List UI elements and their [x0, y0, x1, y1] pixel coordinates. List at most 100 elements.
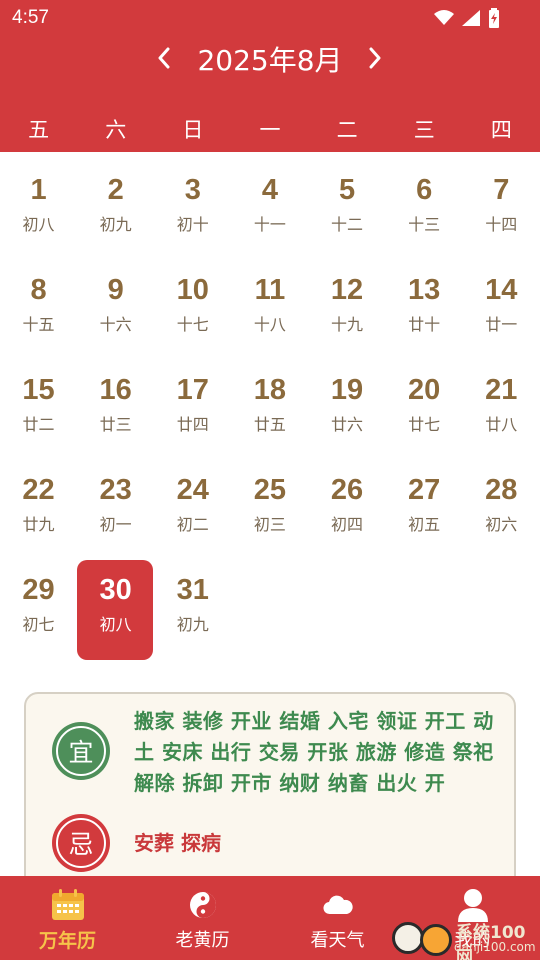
day-number: 9 — [107, 274, 124, 306]
calendar-day[interactable]: 4 十一 — [231, 160, 308, 260]
lunar-date: 十三 — [408, 215, 441, 234]
lunar-date: 初九 — [176, 615, 209, 634]
day-number: 21 — [485, 374, 518, 406]
status-icons — [434, 8, 500, 28]
calendar-day-selected[interactable]: 30 初八 — [77, 560, 154, 660]
status-time: 4:57 — [12, 7, 49, 28]
calendar-day[interactable]: 29 初七 — [0, 560, 77, 660]
day-number: 23 — [99, 474, 132, 506]
day-number: 12 — [330, 274, 364, 306]
lunar-date: 十二 — [331, 215, 364, 234]
calendar-day[interactable]: 13 廿十 — [386, 260, 463, 360]
yin-yang-icon — [186, 888, 220, 922]
lunar-date: 初六 — [485, 515, 518, 534]
calendar-day[interactable]: 14 廿一 — [463, 260, 540, 360]
lunar-date: 十一 — [253, 215, 286, 234]
lunar-date: 廿八 — [485, 415, 518, 434]
next-month-button[interactable] — [359, 42, 391, 74]
battery-icon — [489, 8, 499, 28]
calendar-day[interactable]: 11 十八 — [231, 260, 308, 360]
lunar-date: 廿一 — [485, 315, 518, 334]
day-number: 2 — [107, 174, 124, 206]
lunar-date: 廿二 — [22, 415, 55, 434]
tab-label: 看天气 — [310, 930, 365, 951]
calendar-day[interactable]: 16 廿三 — [77, 360, 154, 460]
day-number: 30 — [99, 574, 132, 606]
calendar-day[interactable]: 21 廿八 — [463, 360, 540, 460]
day-number: 24 — [176, 474, 209, 506]
weekday-label: 一 — [259, 118, 281, 142]
day-number: 27 — [408, 474, 441, 506]
calendar-day[interactable]: 26 初四 — [309, 460, 386, 560]
weekday-label: 六 — [105, 118, 127, 142]
lunar-date: 初十 — [176, 215, 209, 234]
calendar-day[interactable]: 8 十五 — [0, 260, 77, 360]
tab-old-almanac[interactable]: 老黄历 — [135, 876, 270, 960]
calendar-day[interactable]: 20 廿七 — [386, 360, 463, 460]
day-number: 26 — [330, 474, 364, 506]
day-number: 17 — [176, 374, 209, 406]
lunar-date: 十六 — [99, 315, 132, 334]
day-number: 10 — [176, 274, 209, 306]
chevron-right-icon — [369, 47, 381, 69]
day-number: 11 — [254, 274, 286, 306]
calendar-day[interactable]: 2 初九 — [77, 160, 154, 260]
calendar-day[interactable]: 17 廿四 — [154, 360, 231, 460]
calendar-day[interactable]: 18 廿五 — [231, 360, 308, 460]
header: 4:57 2025年8月 五 六 日 一 二 三 四 — [0, 0, 540, 152]
day-number: 3 — [184, 174, 201, 206]
calendar-day[interactable]: 1 初八 — [0, 160, 77, 260]
calendar-day[interactable]: 24 初二 — [154, 460, 231, 560]
day-number: 29 — [22, 574, 55, 606]
calendar-week: 15 廿二 16 廿三 17 廿四 18 廿五 19 廿六 20 廿七 21 廿八 — [0, 360, 540, 460]
weekday-label: 日 — [182, 118, 204, 142]
calendar-day[interactable]: 5 十二 — [309, 160, 386, 260]
day-number: 20 — [408, 374, 441, 406]
day-number: 1 — [30, 174, 47, 206]
day-number: 22 — [22, 474, 55, 506]
lunar-date: 初八 — [99, 615, 132, 634]
almanac-card[interactable]: 宜 搬家 装修 开业 结婚 入宅 领证 开工 动土 安床 出行 交易 开张 旅游… — [24, 692, 516, 892]
calendar-day[interactable]: 9 十六 — [77, 260, 154, 360]
lunar-date: 初九 — [99, 215, 132, 234]
weekday-label: 五 — [28, 118, 50, 142]
weekday-label: 三 — [413, 118, 435, 142]
calendar-day[interactable]: 22 廿九 — [0, 460, 77, 560]
lunar-date: 初五 — [408, 515, 441, 534]
calendar-day[interactable]: 19 廿六 — [309, 360, 386, 460]
calendar-day[interactable]: 15 廿二 — [0, 360, 77, 460]
calendar-day[interactable]: 25 初三 — [231, 460, 308, 560]
calendar-day[interactable]: 31 初九 — [154, 560, 231, 660]
lunar-date: 廿六 — [331, 415, 364, 434]
day-number: 16 — [99, 374, 132, 406]
yi-activities: 搬家 装修 开业 结婚 入宅 领证 开工 动土 安床 出行 交易 开张 旅游 修… — [134, 709, 494, 795]
calendar-day[interactable]: 27 初五 — [386, 460, 463, 560]
calendar-day[interactable]: 6 十三 — [386, 160, 463, 260]
cloud-icon — [321, 888, 355, 922]
calendar-day[interactable]: 28 初六 — [463, 460, 540, 560]
ji-label: 忌 — [56, 818, 106, 868]
calendar-day[interactable]: 12 十九 — [309, 260, 386, 360]
day-number: 5 — [338, 174, 356, 206]
lunar-date: 廿十 — [408, 315, 441, 334]
yi-label: 宜 — [56, 726, 106, 776]
lunar-date: 廿九 — [22, 515, 55, 534]
tab-perpetual-calendar[interactable]: 万年历 — [0, 876, 135, 960]
day-number: 8 — [30, 274, 47, 306]
month-title[interactable]: 2025年8月 — [0, 39, 540, 79]
lunar-date: 初七 — [22, 615, 55, 634]
calendar-day[interactable]: 10 十七 — [154, 260, 231, 360]
day-number: 13 — [408, 274, 441, 306]
ji-activities: 安葬 探病 — [134, 831, 221, 855]
lunar-date: 十九 — [331, 315, 364, 334]
lunar-date: 十五 — [22, 315, 55, 334]
calendar-day[interactable]: 23 初一 — [77, 460, 154, 560]
tab-weather[interactable]: 看天气 — [270, 876, 405, 960]
tab-label: 万年历 — [38, 930, 96, 952]
day-number: 6 — [416, 174, 433, 206]
calendar-day[interactable]: 7 十四 — [463, 160, 540, 260]
weekday-header: 五 六 日 一 二 三 四 — [0, 112, 540, 148]
calendar-day[interactable]: 3 初十 — [154, 160, 231, 260]
day-number: 25 — [253, 474, 287, 506]
wifi-icon — [434, 10, 454, 25]
